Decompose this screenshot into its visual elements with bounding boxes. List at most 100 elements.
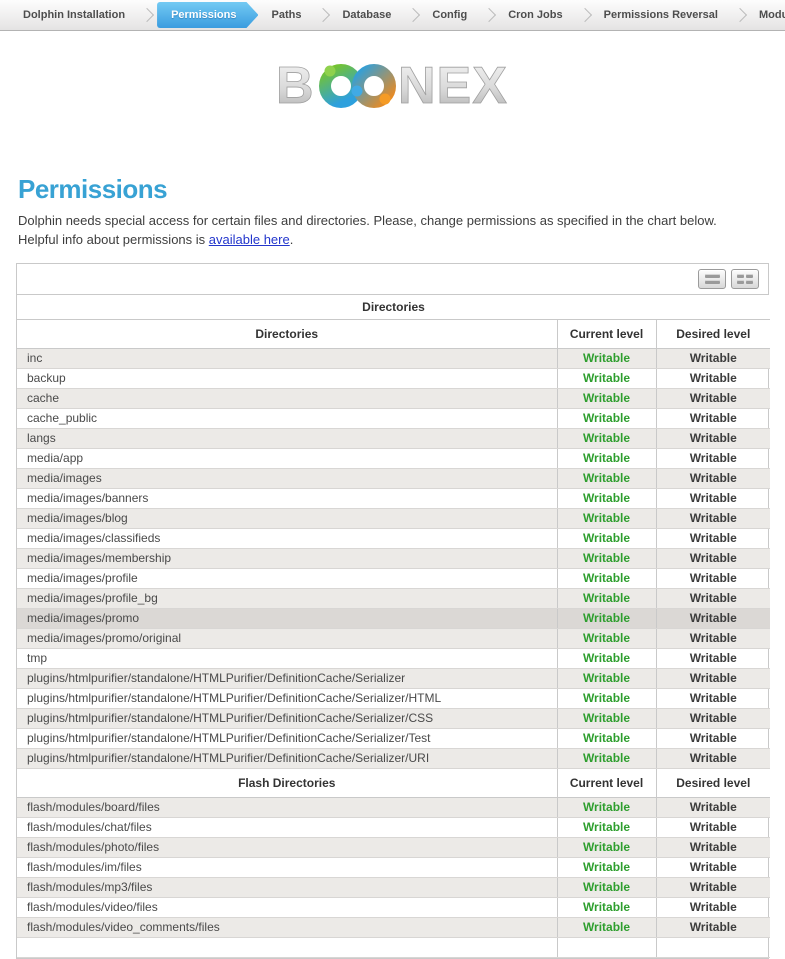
current-level: Writable [557, 348, 656, 368]
directory-path: flash/modules/mp3/files [17, 877, 557, 897]
wizard-step-config[interactable]: Config [421, 0, 497, 30]
directory-path: media/images/promo/original [17, 628, 557, 648]
directory-path: media/images/profile_bg [17, 588, 557, 608]
directory-path: media/images/promo [17, 608, 557, 628]
desired-level: Writable [656, 708, 770, 728]
desired-level: Writable [656, 648, 770, 668]
table-row: cache_publicWritableWritable [17, 408, 770, 428]
desired-level: Writable [656, 877, 770, 897]
current-level: Writable [557, 728, 656, 748]
desired-level: Writable [656, 748, 770, 768]
current-level: Writable [557, 628, 656, 648]
current-level: Writable [557, 917, 656, 937]
current-level: Writable [557, 688, 656, 708]
grid-view-icon [737, 274, 753, 284]
desired-level: Writable [656, 857, 770, 877]
desired-level: Writable [656, 548, 770, 568]
grid-view-button[interactable] [731, 269, 759, 289]
table-row: media/images/profileWritableWritable [17, 568, 770, 588]
desired-level: Writable [656, 348, 770, 368]
current-level: Writable [557, 528, 656, 548]
wizard-step-database[interactable]: Database [331, 0, 421, 30]
section-header-row: DirectoriesCurrent levelDesired level [17, 319, 770, 348]
table-row: plugins/htmlpurifier/standalone/HTMLPuri… [17, 688, 770, 708]
boonex-logo: B NEX [268, 53, 518, 122]
column-header-current: Current level [557, 768, 656, 797]
current-level: Writable [557, 428, 656, 448]
directory-path: plugins/htmlpurifier/standalone/HTMLPuri… [17, 668, 557, 688]
column-header-current: Current level [557, 319, 656, 348]
wizard-step-label: Modules [759, 9, 785, 21]
intro-line2: Helpful info about permissions is [18, 232, 209, 247]
desired-level: Writable [656, 588, 770, 608]
wizard-step-modules[interactable]: Modules [748, 0, 785, 30]
intro-line1: Dolphin needs special access for certain… [18, 213, 717, 228]
directory-path: media/images/profile [17, 568, 557, 588]
logo-letter-b: B [276, 57, 315, 115]
logo-dot-green [324, 66, 335, 77]
desired-level: Writable [656, 837, 770, 857]
wizard-step-permissions[interactable]: Permissions [157, 2, 258, 28]
desired-level: Writable [656, 817, 770, 837]
table-row: plugins/htmlpurifier/standalone/HTMLPuri… [17, 728, 770, 748]
directory-path: media/images/classifieds [17, 528, 557, 548]
table-row: flash/modules/mp3/filesWritableWritable [17, 877, 770, 897]
directory-path: tmp [17, 648, 557, 668]
table-row: plugins/htmlpurifier/standalone/HTMLPuri… [17, 708, 770, 728]
current-level: Writable [557, 468, 656, 488]
current-level: Writable [557, 368, 656, 388]
desired-level: Writable [656, 628, 770, 648]
table-row: langsWritableWritable [17, 428, 770, 448]
list-view-icon [705, 274, 720, 284]
current-level: Writable [557, 408, 656, 428]
view-toolbar [17, 264, 768, 295]
current-level: Writable [557, 608, 656, 628]
wizard-step-cron-jobs[interactable]: Cron Jobs [497, 0, 592, 30]
wizard-step-label: Permissions [171, 9, 236, 21]
current-level: Writable [557, 488, 656, 508]
table-row: plugins/htmlpurifier/standalone/HTMLPuri… [17, 668, 770, 688]
section-header-label: Directories [17, 319, 557, 348]
desired-level: Writable [656, 917, 770, 937]
desired-level: Writable [656, 508, 770, 528]
logo-letters-nex: NEX [398, 57, 508, 115]
directory-path: media/images/blog [17, 508, 557, 528]
desired-level: Writable [656, 568, 770, 588]
table-row: media/images/membershipWritableWritable [17, 548, 770, 568]
directory-path: langs [17, 428, 557, 448]
desired-level: Writable [656, 897, 770, 917]
list-view-button[interactable] [698, 269, 726, 289]
directory-path: cache [17, 388, 557, 408]
directory-path: plugins/htmlpurifier/standalone/HTMLPuri… [17, 728, 557, 748]
directory-path: flash/modules/chat/files [17, 817, 557, 837]
wizard-step-dolphin-installation[interactable]: Dolphin Installation [12, 0, 155, 30]
directory-path: backup [17, 368, 557, 388]
wizard-step-label: Cron Jobs [508, 9, 562, 21]
wizard-step-label: Dolphin Installation [23, 9, 125, 21]
current-level: Writable [557, 797, 656, 817]
current-level: Writable [557, 508, 656, 528]
permissions-table: DirectoriesDirectoriesCurrent levelDesir… [17, 295, 770, 958]
installation-steps-nav: Dolphin Installation Permissions PathsData… [0, 0, 785, 31]
wizard-step-paths[interactable]: Paths [260, 0, 331, 30]
directory-path: plugins/htmlpurifier/standalone/HTMLPuri… [17, 748, 557, 768]
table-row: media/images/classifiedsWritableWritable [17, 528, 770, 548]
section-header-row: Flash DirectoriesCurrent levelDesired le… [17, 768, 770, 797]
directory-path: flash/modules/video/files [17, 897, 557, 917]
desired-level: Writable [656, 688, 770, 708]
directory-path: cache_public [17, 408, 557, 428]
directory-path: plugins/htmlpurifier/standalone/HTMLPuri… [17, 688, 557, 708]
table-group-title-row: Directories [17, 295, 770, 320]
current-level: Writable [557, 877, 656, 897]
desired-level: Writable [656, 797, 770, 817]
desired-level: Writable [656, 488, 770, 508]
available-here-link[interactable]: available here [209, 232, 290, 247]
table-row: backupWritableWritable [17, 368, 770, 388]
directory-path: flash/modules/im/files [17, 857, 557, 877]
wizard-step-permissions-reversal[interactable]: Permissions Reversal [593, 0, 748, 30]
permissions-panel: DirectoriesDirectoriesCurrent levelDesir… [16, 263, 769, 959]
current-level: Writable [557, 568, 656, 588]
intro-suffix: . [290, 232, 294, 247]
wizard-step-label: Permissions Reversal [604, 9, 718, 21]
directory-path: media/images/membership [17, 548, 557, 568]
